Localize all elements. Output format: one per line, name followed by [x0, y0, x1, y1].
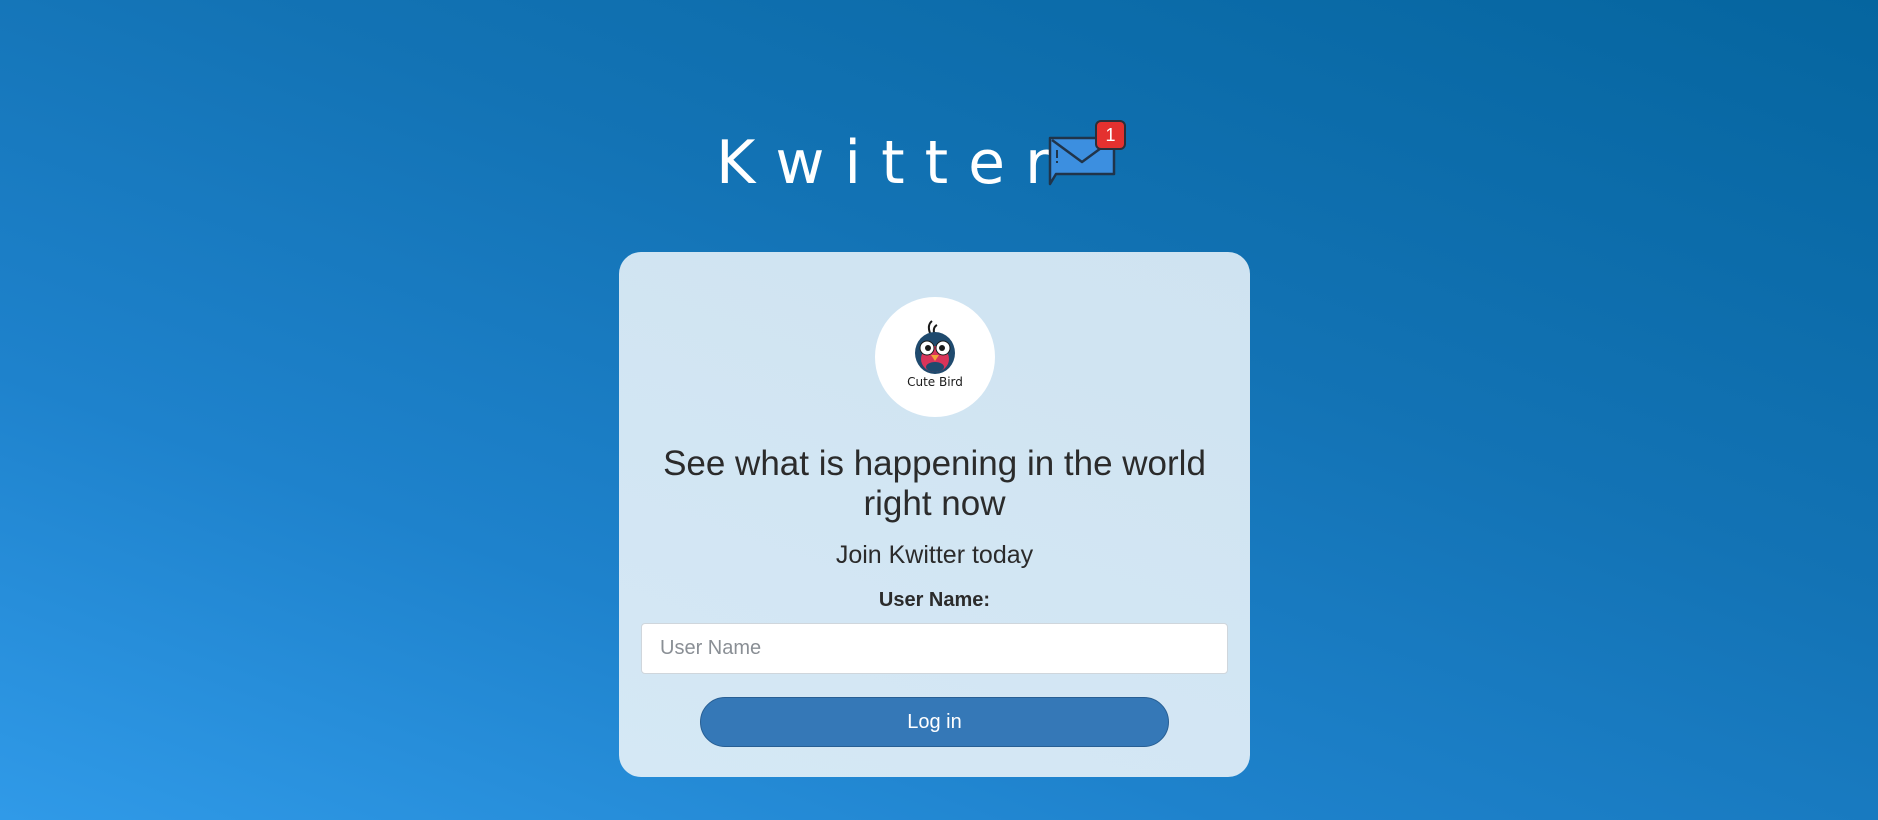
login-card: Cute Bird See what is happening in the w… [619, 252, 1250, 777]
username-input[interactable] [641, 623, 1228, 674]
brand-title: Kwitter [716, 128, 1070, 198]
avatar: Cute Bird [875, 297, 995, 417]
notifications[interactable]: 1 [1048, 120, 1128, 190]
cute-bird-logo [915, 320, 955, 374]
login-button[interactable]: Log in [700, 697, 1169, 747]
notification-badge: 1 [1095, 120, 1126, 150]
header: Kwitter 1 [0, 118, 1878, 218]
subhead: Join Kwitter today [835, 541, 1034, 569]
avatar-caption: Cute Bird [907, 375, 963, 389]
headline: See what is happening in the world right… [663, 444, 1206, 523]
username-label: User Name: [878, 589, 991, 611]
